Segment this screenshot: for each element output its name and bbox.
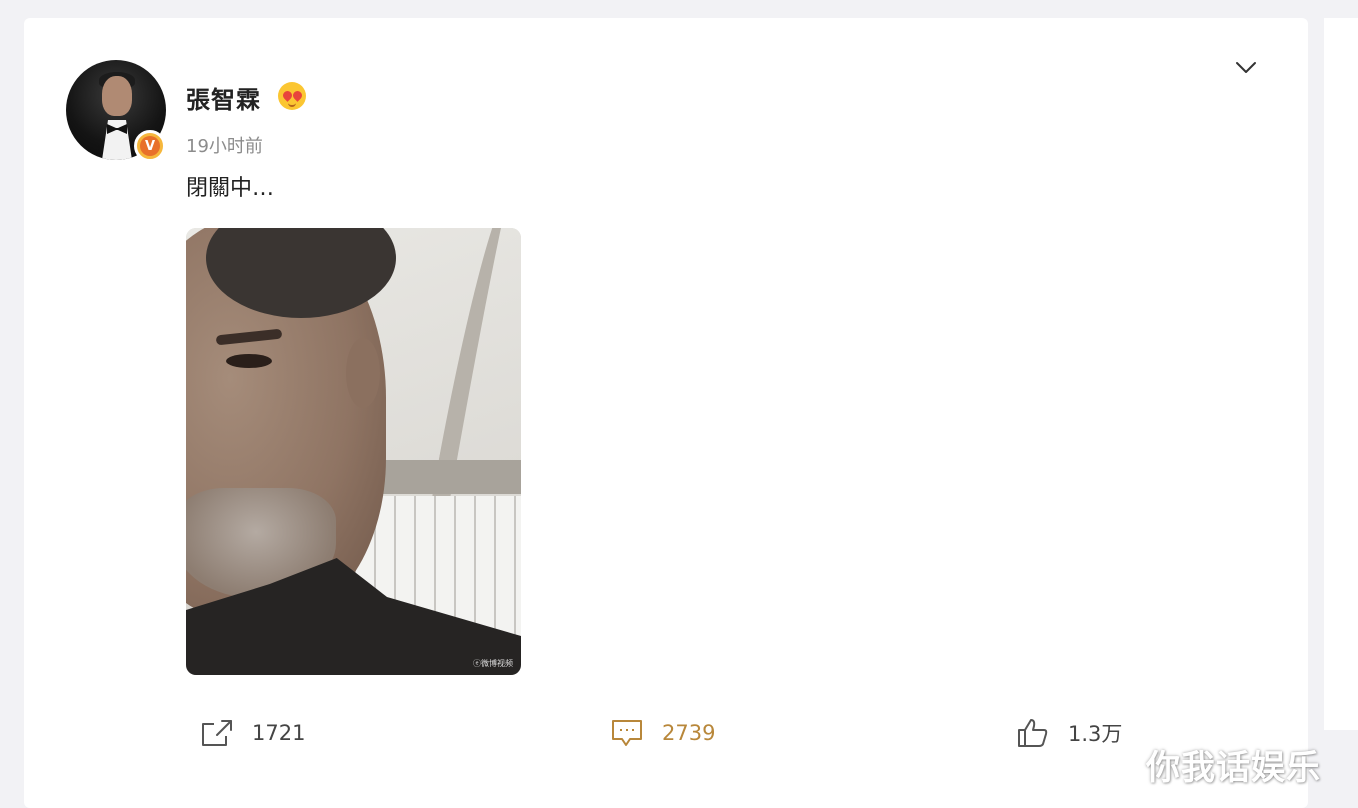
adjacent-panel-edge (1324, 18, 1358, 730)
more-options-button[interactable] (1234, 56, 1258, 80)
verified-v-badge-icon: V (134, 130, 166, 162)
thumbs-up-icon (1018, 719, 1048, 747)
post-text: 閉關中… (186, 176, 275, 201)
share-arrow-icon (202, 720, 232, 746)
comment-count: 2739 (662, 721, 716, 745)
share-button[interactable]: 1721 (200, 716, 305, 750)
comment-bubble-icon (612, 720, 642, 746)
share-count: 1721 (252, 721, 306, 745)
like-count: 1.3万 (1068, 722, 1123, 746)
like-button[interactable]: 1.3万 (1016, 716, 1122, 750)
post-image[interactable]: ⓔ微博视频 (186, 228, 521, 675)
post-timestamp[interactable]: 19小时前 (186, 132, 263, 158)
heart-eyes-emoji-icon[interactable] (278, 82, 306, 110)
comment-button[interactable]: 2739 (610, 716, 715, 750)
chevron-down-icon (1236, 62, 1256, 73)
corner-watermark: 你我话娱乐 (1146, 748, 1321, 788)
photo-watermark: ⓔ微博视频 (473, 659, 513, 668)
username[interactable]: 張智霖 (186, 80, 261, 115)
